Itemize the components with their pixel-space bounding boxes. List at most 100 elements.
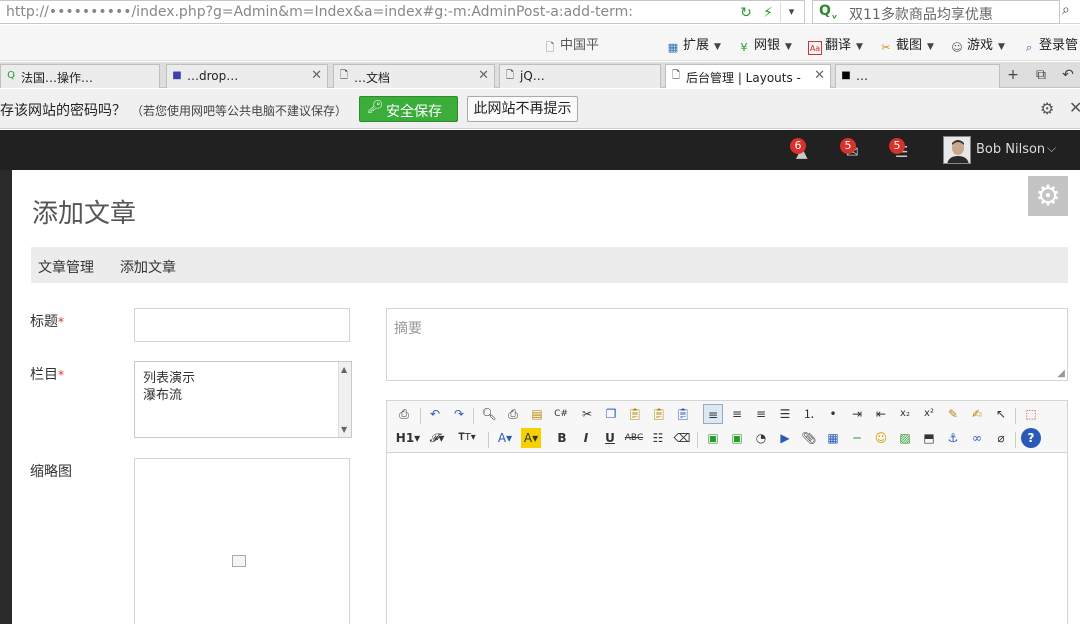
- remove-format-icon[interactable]: ⌫: [672, 428, 692, 448]
- code-icon[interactable]: C#: [551, 404, 571, 424]
- copy-icon[interactable]: ❐: [601, 404, 621, 424]
- browser-tab[interactable]: ■ …: [835, 64, 1000, 88]
- fav-extensions[interactable]: ▦ 扩展 ▼: [666, 34, 721, 55]
- anchor-icon[interactable]: ⚓: [943, 428, 963, 448]
- insert-image-icon[interactable]: ▣: [703, 428, 723, 448]
- italic-icon[interactable]: I: [576, 428, 596, 448]
- cut-icon[interactable]: ✂: [577, 404, 597, 424]
- user-name[interactable]: Bob Nilson: [976, 142, 1045, 157]
- title-input[interactable]: [134, 308, 350, 342]
- new-tab-icon[interactable]: +: [1003, 65, 1023, 85]
- paste-icon[interactable]: 📋︎: [625, 404, 645, 424]
- source-icon[interactable]: ⎙: [394, 404, 414, 424]
- browser-tab[interactable]: 🗋 jQ…: [499, 64, 661, 88]
- url-dropdown-icon[interactable]: ▾: [780, 2, 802, 22]
- pagebreak-icon[interactable]: ⬒: [919, 428, 939, 448]
- browser-search-text[interactable]: 双11多款商品均享优惠: [849, 4, 993, 24]
- font-size-icon[interactable]: 𝐓T▾: [457, 428, 477, 448]
- refresh-icon[interactable]: ↻: [736, 3, 756, 23]
- link-icon[interactable]: ∞: [967, 428, 987, 448]
- scroll-up-icon[interactable]: ▲: [341, 365, 347, 374]
- url-text[interactable]: http://••••••••••/index.php?g=Admin&m=In…: [6, 4, 633, 20]
- back-icon[interactable]: ↶: [1058, 65, 1078, 85]
- heading-icon[interactable]: H1▾: [394, 428, 422, 448]
- close-icon[interactable]: ✕: [1069, 98, 1080, 117]
- align-left-icon[interactable]: ≡: [703, 404, 723, 424]
- category-listbox[interactable]: 列表演示 瀑布流 ▲ ▼: [134, 361, 352, 438]
- cursor-icon[interactable]: ↖: [991, 404, 1011, 424]
- tab-close-icon[interactable]: ✕: [478, 68, 489, 83]
- help-icon[interactable]: ?: [1021, 428, 1041, 448]
- select-all-icon[interactable]: ✍: [967, 404, 987, 424]
- indent-icon[interactable]: ⇥: [847, 404, 867, 424]
- thumbnail-upload[interactable]: [134, 458, 350, 624]
- underline-icon[interactable]: U: [600, 428, 620, 448]
- outdent-icon[interactable]: ⇤: [871, 404, 891, 424]
- never-prompt-button[interactable]: 此网站不再提示: [467, 96, 578, 122]
- save-password-button[interactable]: 🔑︎ 安全保存: [359, 96, 458, 122]
- line-height-icon[interactable]: ☷: [648, 428, 668, 448]
- tasks-notification[interactable]: ☰ 5: [889, 138, 917, 162]
- chevron-down-icon[interactable]: ⌵: [1047, 141, 1056, 156]
- attachment-icon[interactable]: 📎︎: [799, 428, 819, 448]
- editor-content-area[interactable]: [387, 454, 1067, 624]
- search-icon[interactable]: ⌕: [1062, 2, 1080, 22]
- fav-login[interactable]: ⌕ 登录管: [1022, 34, 1078, 55]
- paste-plain-icon[interactable]: 📋︎: [649, 404, 669, 424]
- template-icon[interactable]: ▤: [527, 404, 547, 424]
- clear-format-icon[interactable]: ✎: [943, 404, 963, 424]
- fullscreen-icon[interactable]: ⬚: [1021, 404, 1041, 424]
- font-color-icon[interactable]: A▾: [495, 428, 515, 448]
- emoticon-icon[interactable]: ☺: [871, 428, 891, 448]
- settings-gear-button[interactable]: ⚙: [1028, 176, 1068, 216]
- strikethrough-icon[interactable]: ABC: [624, 428, 644, 448]
- browser-tab-active[interactable]: 🗋 后台管理 | Layouts - ✕: [665, 64, 831, 88]
- highlight-icon[interactable]: A▾: [521, 428, 541, 448]
- search-engine-icon[interactable]: Qˬ: [819, 3, 838, 19]
- alerts-notification[interactable]: ▲ 6: [790, 138, 818, 162]
- gear-icon[interactable]: ⚙: [1040, 99, 1054, 118]
- browser-search-box[interactable]: Qˬ 双11多款商品均享优惠: [812, 0, 1060, 24]
- tab-close-icon[interactable]: ✕: [814, 68, 825, 83]
- scroll-down-icon[interactable]: ▼: [341, 425, 347, 434]
- superscript-icon[interactable]: x²: [919, 404, 939, 424]
- align-center-icon[interactable]: ≡: [727, 404, 747, 424]
- summary-textarea[interactable]: 摘要 ◢: [386, 308, 1068, 381]
- messages-notification[interactable]: ✉ 5: [840, 138, 868, 162]
- category-option[interactable]: 瀑布流: [143, 384, 182, 403]
- paste-word-icon[interactable]: 📋︎: [673, 404, 693, 424]
- tab-list-icon[interactable]: ⧉: [1031, 65, 1051, 85]
- redo-icon[interactable]: ↷: [449, 404, 469, 424]
- unlink-icon[interactable]: ⌀: [991, 428, 1011, 448]
- ordered-list-icon[interactable]: ⒈: [799, 404, 819, 424]
- bookmark-partial[interactable]: 🗋 中国平: [543, 34, 599, 55]
- table-icon[interactable]: ▦: [823, 428, 843, 448]
- align-right-icon[interactable]: ≡: [751, 404, 771, 424]
- fav-translate[interactable]: Aa 翻译 ▼: [808, 34, 863, 55]
- flash-icon[interactable]: ◔: [751, 428, 771, 448]
- font-family-icon[interactable]: 𝓕▾: [427, 428, 447, 448]
- image-link-icon[interactable]: ▨: [895, 428, 915, 448]
- horizontal-rule-icon[interactable]: ─: [847, 428, 867, 448]
- multi-image-icon[interactable]: ▣: [727, 428, 747, 448]
- url-bar[interactable]: http://••••••••••/index.php?g=Admin&m=In…: [0, 0, 805, 24]
- fav-game[interactable]: ☺ 游戏 ▼: [950, 34, 1005, 55]
- browser-tab[interactable]: Q 法国…操作…: [0, 64, 160, 88]
- listbox-scrollbar[interactable]: ▲ ▼: [338, 362, 351, 437]
- unordered-list-icon[interactable]: •: [823, 404, 843, 424]
- fav-screenshot[interactable]: ✂ 截图 ▼: [879, 34, 934, 55]
- preview-icon[interactable]: 🔍︎: [479, 404, 499, 424]
- avatar[interactable]: [943, 136, 971, 164]
- browser-tab[interactable]: 🗋 …文档 ✕: [333, 64, 495, 88]
- browser-tab[interactable]: ■ …drop… ✕: [166, 64, 328, 88]
- tab-close-icon[interactable]: ✕: [311, 68, 322, 83]
- bold-icon[interactable]: B: [552, 428, 572, 448]
- print-icon[interactable]: ⎙: [503, 404, 523, 424]
- fav-bank[interactable]: ¥ 网银 ▼: [737, 34, 792, 55]
- subscript-icon[interactable]: x₂: [895, 404, 915, 424]
- undo-icon[interactable]: ↶: [425, 404, 445, 424]
- media-icon[interactable]: ▶: [775, 428, 795, 448]
- lightning-icon[interactable]: ⚡: [758, 3, 778, 23]
- justify-icon[interactable]: ☰: [775, 404, 795, 424]
- breadcrumb-item[interactable]: 文章管理: [38, 257, 94, 277]
